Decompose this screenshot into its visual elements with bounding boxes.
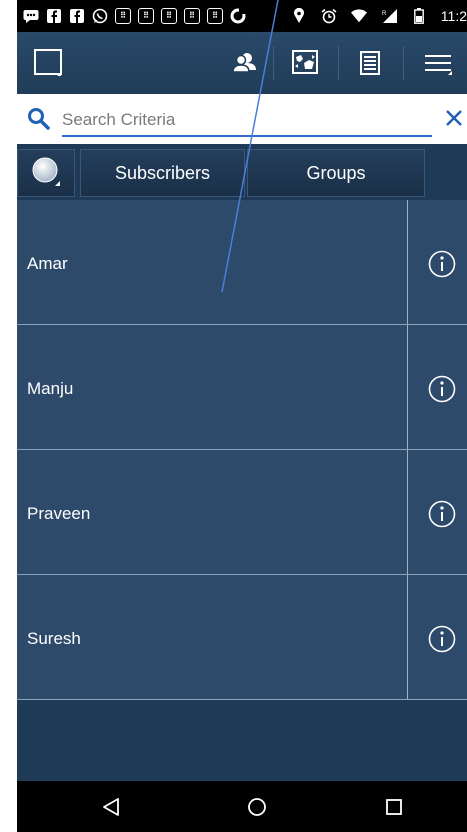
tab-subscribers[interactable]: Subscribers [80, 149, 245, 197]
circle-toggle-button[interactable] [17, 149, 75, 197]
calendar-icon: ⠿ [115, 8, 131, 24]
search-input[interactable] [62, 108, 422, 132]
info-icon[interactable] [428, 625, 456, 653]
list-item[interactable]: Manju [17, 325, 467, 450]
chat-icon [23, 8, 39, 24]
list-icon[interactable] [352, 45, 388, 81]
contact-name: Amar [27, 254, 68, 273]
status-time: 11:2 [440, 8, 467, 24]
recents-icon[interactable] [376, 789, 412, 825]
contact-name: Praveen [27, 504, 91, 523]
location-icon [291, 8, 307, 24]
back-icon[interactable] [93, 789, 129, 825]
signal-icon: R [381, 8, 397, 24]
info-icon[interactable] [428, 500, 456, 528]
calendar-icon: ⠿ [161, 8, 177, 24]
contact-list: Amar Manju Praveen Suresh [17, 200, 467, 700]
app-screen: ⠿ ⠿ ⠿ ⠿ ⠿ R 11:2 Search Criteria Subscri… [17, 0, 467, 832]
close-icon[interactable] [443, 107, 465, 129]
status-bar: ⠿ ⠿ ⠿ ⠿ ⠿ R 11:2 [17, 0, 467, 32]
search-bar [17, 94, 467, 144]
list-item[interactable]: Amar [17, 200, 467, 325]
navigation-bar [17, 781, 467, 832]
tab-bar: Subscribers Groups [17, 144, 467, 200]
wifi-icon [350, 8, 367, 24]
list-item[interactable]: Praveen [17, 450, 467, 575]
action-bar [17, 32, 467, 94]
alarm-icon [321, 8, 337, 24]
home-icon[interactable] [239, 789, 275, 825]
search-underline [62, 135, 432, 137]
sync-icon [230, 8, 246, 24]
facebook-icon [46, 8, 62, 24]
menu-icon[interactable] [419, 45, 455, 81]
contact-name: Manju [27, 379, 74, 398]
circle-icon [29, 154, 63, 193]
info-icon[interactable] [428, 250, 456, 278]
calendar-icon: ⠿ [207, 8, 223, 24]
search-icon[interactable] [27, 107, 51, 131]
facebook-icon [69, 8, 85, 24]
list-item[interactable]: Suresh [17, 575, 467, 700]
contact-name: Suresh [27, 629, 81, 648]
battery-icon [411, 8, 427, 24]
info-icon[interactable] [428, 375, 456, 403]
svg-text:R: R [382, 11, 387, 17]
list-empty-area [17, 700, 467, 781]
tab-groups[interactable]: Groups [247, 149, 425, 197]
map-icon[interactable] [287, 45, 323, 81]
calendar-icon: ⠿ [184, 8, 200, 24]
contacts-icon[interactable] [227, 45, 263, 81]
select-box-icon[interactable] [31, 45, 67, 81]
whatsapp-icon [92, 8, 108, 24]
calendar-icon: ⠿ [138, 8, 154, 24]
